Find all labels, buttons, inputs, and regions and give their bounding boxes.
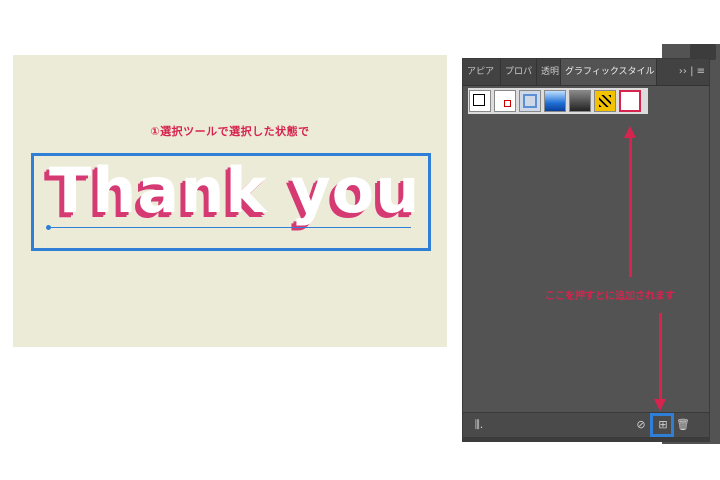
panel-body: [463, 117, 709, 415]
style-swatch-blue-outline[interactable]: [519, 90, 541, 112]
style-swatch-no-fill[interactable]: [494, 90, 516, 112]
panel-resize-strip[interactable]: [462, 438, 710, 442]
headline-text[interactable]: Thank you: [49, 160, 429, 222]
hint-text: ここを押すとに追加されます: [545, 291, 675, 302]
style-swatch-default[interactable]: [469, 90, 491, 112]
graphic-styles-panel: アピア プロパ 透明 グラフィックスタイル ›› | ≡ ⫼. ⊘ ⊞ 🗑: [462, 58, 710, 438]
artboard: ①選択ツールで選択した状態で Thank you: [13, 55, 447, 347]
style-swatch-black-gradient[interactable]: [569, 90, 591, 112]
trash-icon[interactable]: 🗑: [675, 418, 691, 432]
break-link-icon[interactable]: ⊘: [633, 418, 649, 432]
libraries-icon[interactable]: ⫼.: [471, 418, 487, 432]
graphic-style-swatches: [468, 88, 648, 114]
panel-menu-icon[interactable]: ›› | ≡: [679, 59, 705, 85]
panel-tab-bar: アピア プロパ 透明 グラフィックスタイル ›› | ≡: [463, 59, 709, 86]
arrow-down-line: [659, 313, 662, 401]
style-swatch-blue-gradient[interactable]: [544, 90, 566, 112]
new-style-highlight-box: [650, 413, 674, 437]
tab-graphic-styles[interactable]: グラフィックスタイル: [561, 59, 657, 85]
tab-appearance[interactable]: アピア: [463, 59, 501, 85]
arrow-down-icon: [654, 399, 666, 411]
anchor-point[interactable]: [46, 225, 51, 230]
instruction-text: ①選択ツールで選択した状態で: [150, 125, 310, 138]
arrow-up-line: [629, 137, 632, 277]
style-swatch-new[interactable]: [619, 90, 641, 112]
tab-properties[interactable]: プロパ: [501, 59, 537, 85]
tab-transparency[interactable]: 透明: [537, 59, 561, 85]
style-swatch-yellow-stripe[interactable]: [594, 90, 616, 112]
text-baseline: [49, 227, 411, 228]
